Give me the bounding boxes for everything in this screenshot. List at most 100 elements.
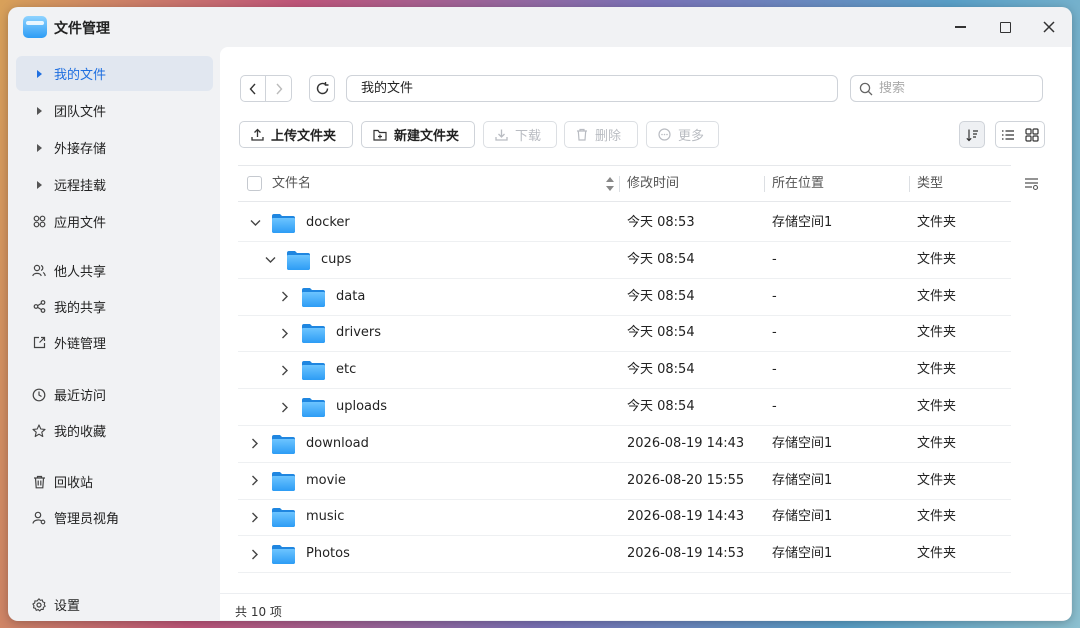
search-box[interactable]	[850, 75, 1043, 102]
back-button[interactable]	[240, 75, 266, 102]
sidebar-item-recent[interactable]: 最近访问	[16, 377, 213, 412]
delete-button[interactable]: 删除	[564, 121, 638, 148]
sidebar-item-trash[interactable]: 回收站	[16, 464, 213, 499]
trash-icon	[576, 128, 588, 141]
minimize-button[interactable]	[942, 13, 978, 41]
close-button[interactable]	[1031, 13, 1067, 41]
chevron-right-icon[interactable]	[249, 438, 261, 450]
column-divider[interactable]	[909, 176, 910, 192]
file-type: 文件夹	[917, 215, 957, 230]
sidebar-item-favorites[interactable]: 我的收藏	[16, 413, 213, 448]
file-name[interactable]: data	[336, 279, 365, 315]
table-row[interactable]: docker 今天 08:53 存储空间1 文件夹	[238, 205, 1011, 242]
app-logo-icon	[23, 16, 47, 38]
chevron-down-icon[interactable]	[249, 217, 261, 229]
chevron-down-icon[interactable]	[264, 254, 276, 266]
view-toggle	[995, 121, 1045, 148]
sidebar-item-my-shares[interactable]: 我的共享	[16, 289, 213, 324]
file-type: 文件夹	[917, 288, 957, 304]
gear-icon	[32, 597, 46, 612]
file-name[interactable]: docker	[306, 205, 350, 241]
folder-icon	[272, 545, 295, 565]
column-divider[interactable]	[764, 176, 765, 192]
column-divider[interactable]	[619, 176, 620, 192]
main-panel: 我的文件 上传文件夹 新建文件夹 下载 删除 更多	[220, 47, 1071, 620]
file-name[interactable]: movie	[306, 463, 346, 499]
table-row[interactable]: uploads 今天 08:54 - 文件夹	[238, 389, 1011, 426]
folder-icon	[302, 398, 325, 417]
upload-icon	[251, 128, 264, 141]
file-name[interactable]: download	[306, 426, 369, 462]
sidebar-item-label: 设置	[54, 599, 81, 614]
file-name[interactable]: music	[306, 499, 344, 535]
file-name[interactable]: uploads	[336, 389, 387, 425]
location: 存储空间1	[772, 546, 833, 562]
folder-icon	[272, 434, 295, 454]
table-row[interactable]: movie 2026-08-20 15:55 存储空间1 文件夹	[238, 463, 1011, 500]
sidebar-item-external-storage[interactable]: 外接存储	[16, 130, 213, 165]
sidebar-item-remote-mount[interactable]: 远程挂载	[16, 167, 213, 202]
table-row[interactable]: music 2026-08-19 14:43 存储空间1 文件夹	[238, 499, 1011, 537]
file-type: 文件夹	[917, 399, 957, 414]
sidebar-item-settings[interactable]: 设置	[16, 587, 213, 621]
chevron-right-icon[interactable]	[279, 364, 291, 376]
grid-icon	[1025, 127, 1039, 142]
file-manager-window: 文件管理 我的文件 团队文件 外接存储 远程挂载 应用文件 他人共享 我的共享 …	[8, 7, 1072, 621]
column-header-type[interactable]: 类型	[917, 166, 943, 201]
more-label: 更多	[678, 129, 705, 144]
chevron-right-icon[interactable]	[249, 548, 261, 560]
chevron-left-icon	[249, 83, 256, 94]
sidebar-item-team-files[interactable]: 团队文件	[16, 93, 213, 128]
app-title: 文件管理	[54, 21, 110, 37]
file-name[interactable]: drivers	[336, 315, 381, 351]
caret-right-icon	[32, 104, 46, 118]
table-row[interactable]: data 今天 08:54 - 文件夹	[238, 279, 1011, 316]
refresh-button[interactable]	[309, 75, 335, 102]
new-folder-label: 新建文件夹	[394, 129, 460, 144]
list-view-button[interactable]	[996, 129, 1020, 141]
file-name[interactable]: cups	[321, 242, 351, 278]
sidebar-item-admin-view[interactable]: 管理员视角	[16, 500, 213, 535]
sort-arrows-icon[interactable]	[605, 176, 615, 192]
upload-folder-button[interactable]: 上传文件夹	[239, 121, 353, 148]
table-row[interactable]: etc 今天 08:54 - 文件夹	[238, 352, 1011, 390]
sidebar-item-link-management[interactable]: 外链管理	[16, 325, 213, 360]
modified-time: 2026-08-19 14:53	[627, 546, 745, 562]
chevron-right-icon[interactable]	[249, 511, 261, 523]
forward-button[interactable]	[265, 75, 292, 102]
column-settings-icon[interactable]	[1024, 177, 1039, 191]
table-row[interactable]: cups 今天 08:54 - 文件夹	[238, 242, 1011, 279]
sidebar-item-my-files[interactable]: 我的文件	[16, 56, 213, 91]
new-folder-button[interactable]: 新建文件夹	[361, 121, 475, 148]
download-button[interactable]: 下载	[483, 121, 557, 148]
modified-time: 2026-08-19 14:43	[627, 509, 745, 525]
table-row[interactable]: Photos 2026-08-19 14:53 存储空间1 文件夹	[238, 536, 1011, 574]
chevron-right-icon[interactable]	[279, 327, 291, 339]
search-input[interactable]	[879, 81, 1029, 96]
select-all-checkbox[interactable]	[247, 176, 262, 191]
maximize-button[interactable]	[987, 13, 1023, 41]
table-row[interactable]: download 2026-08-19 14:43 存储空间1 文件夹	[238, 426, 1011, 463]
admin-icon	[32, 511, 46, 525]
column-header-name[interactable]: 文件名	[272, 166, 311, 201]
more-button[interactable]: 更多	[646, 121, 719, 148]
caret-right-icon	[32, 178, 46, 192]
chevron-right-icon[interactable]	[249, 475, 261, 487]
chevron-right-icon[interactable]	[279, 401, 291, 413]
folder-icon	[302, 324, 325, 344]
file-name[interactable]: etc	[336, 352, 356, 388]
grid-view-button[interactable]	[1020, 127, 1044, 142]
sort-button[interactable]	[959, 121, 985, 148]
column-header-modified[interactable]: 修改时间	[627, 166, 679, 201]
sort-icon	[966, 129, 978, 141]
path-bar[interactable]: 我的文件	[346, 75, 838, 102]
file-name[interactable]: Photos	[306, 536, 350, 572]
chevron-right-icon[interactable]	[279, 291, 291, 303]
modified-time: 今天 08:54	[627, 362, 695, 378]
sidebar-item-label: 我的收藏	[54, 425, 107, 440]
column-header-location[interactable]: 所在位置	[772, 166, 824, 201]
sidebar-item-shared-with-me[interactable]: 他人共享	[16, 253, 213, 288]
sidebar-item-app-files[interactable]: 应用文件	[16, 204, 213, 239]
table-row[interactable]: drivers 今天 08:54 - 文件夹	[238, 315, 1011, 353]
minimize-icon	[954, 26, 966, 28]
